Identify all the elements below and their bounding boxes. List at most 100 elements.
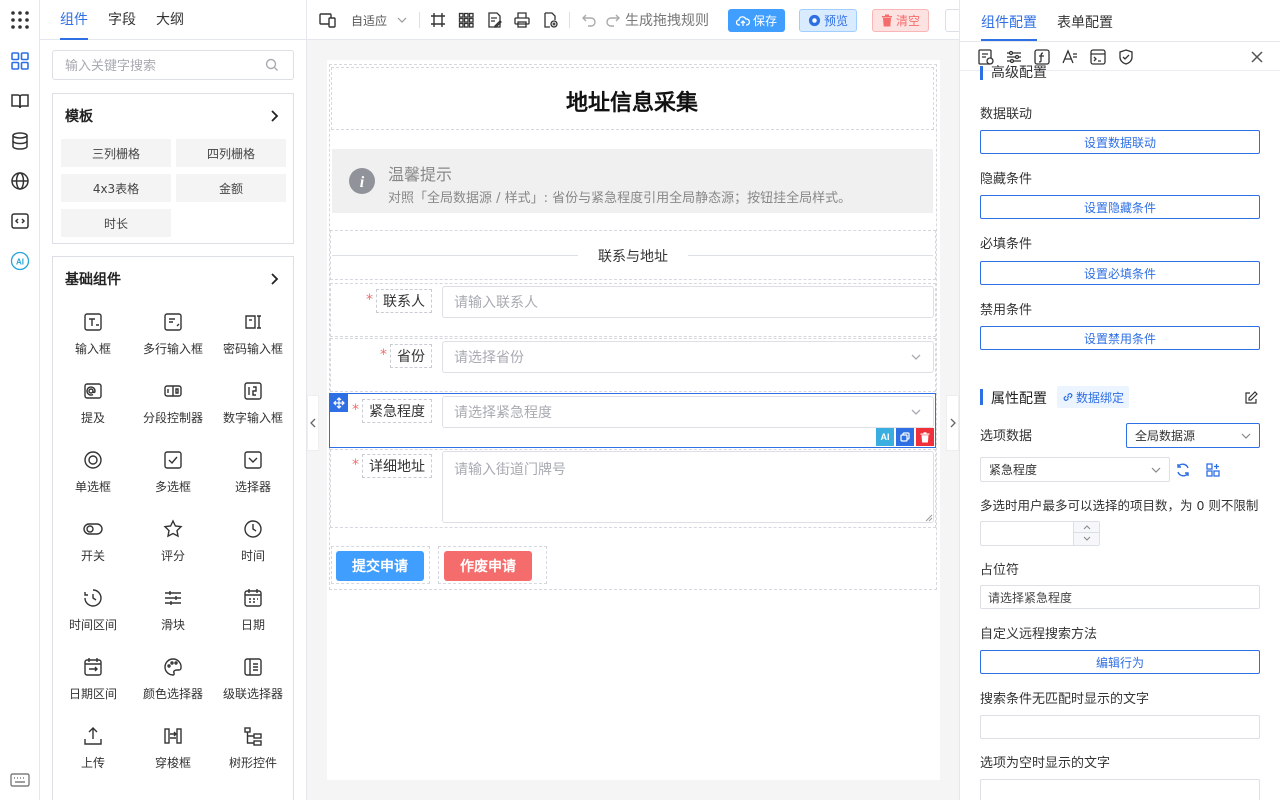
component-item-select[interactable]: 选择器 (213, 443, 293, 503)
redo-icon[interactable] (605, 11, 621, 29)
collapse-left-button[interactable] (307, 395, 319, 451)
generate-rules-button[interactable]: 生成拖拽规则 (625, 11, 709, 29)
required-mark: * (380, 347, 387, 363)
edit-icon[interactable] (1244, 391, 1258, 405)
device-icon[interactable] (319, 11, 337, 29)
preview-button[interactable]: 预览 (799, 9, 858, 32)
address-textarea[interactable]: 请输入街道门牌号 (442, 451, 934, 523)
browser-icon[interactable] (1089, 48, 1107, 66)
required-condition-button[interactable]: 设置必填条件 (980, 261, 1260, 285)
data-binding-tag[interactable]: 数据绑定 (1057, 386, 1130, 408)
search-input[interactable] (52, 50, 294, 80)
option-data-label: 选项数据 (980, 429, 1033, 444)
placeholder-input[interactable]: 请选择紧急程度 (980, 585, 1260, 609)
province-select[interactable]: 请选择省份 (442, 341, 934, 373)
code-icon[interactable] (8, 209, 32, 233)
shield-icon[interactable] (1117, 48, 1135, 66)
save-button[interactable]: 保存 (728, 9, 786, 32)
globe-icon[interactable] (8, 169, 32, 193)
component-item-input[interactable]: 输入框 (53, 305, 133, 365)
frame-icon[interactable] (430, 11, 446, 29)
no-data-text-input[interactable] (980, 779, 1260, 800)
component-label: 密码输入框 (222, 342, 283, 356)
print-icon[interactable] (514, 11, 530, 29)
component-item-mention[interactable]: 提及 (53, 374, 133, 434)
resize-handle-icon[interactable] (925, 514, 933, 522)
rate-icon (162, 518, 184, 540)
component-item-date-range[interactable]: 日期区间 (53, 650, 133, 710)
hide-condition-button[interactable]: 设置隐藏条件 (980, 195, 1260, 219)
component-item-cascader[interactable]: 级联选择器 (213, 650, 293, 710)
undo-icon[interactable] (581, 11, 597, 29)
clear-button[interactable]: 清空 (872, 9, 930, 32)
component-item-textarea[interactable]: 多行输入框 (133, 305, 213, 365)
increase-button[interactable] (1074, 522, 1099, 533)
delete-button[interactable] (916, 428, 934, 446)
component-item-color-picker[interactable]: 颜色选择器 (133, 650, 213, 710)
component-item-time[interactable]: 时间 (213, 512, 293, 572)
text-style-icon[interactable] (1061, 48, 1079, 66)
void-button[interactable]: 作废申请 (444, 551, 532, 581)
database-icon[interactable] (8, 129, 32, 153)
tab-components[interactable]: 组件 (60, 0, 88, 40)
collapse-right-button[interactable] (946, 395, 959, 451)
components-icon[interactable] (8, 49, 32, 73)
search-icon (265, 58, 278, 71)
tab-outline[interactable]: 大纲 (156, 0, 184, 39)
component-item-upload[interactable]: 上传 (53, 719, 133, 779)
option-source-select[interactable]: 全局数据源 (1126, 423, 1260, 448)
chevron-right-icon[interactable] (267, 272, 281, 286)
component-item-slider[interactable]: 滑块 (133, 581, 213, 641)
ai-icon[interactable]: AI (8, 249, 32, 273)
component-item-radio[interactable]: 单选框 (53, 443, 133, 503)
component-item-tree[interactable]: 树形控件 (213, 719, 293, 779)
component-label: 输入框 (74, 342, 111, 356)
chevron-right-icon[interactable] (267, 109, 281, 123)
component-panel: 组件 字段 大纲 模板 三列栅格 四列栅格 4x3表格 金额 时长 基础组件 输… (40, 0, 307, 800)
component-item-transfer[interactable]: 穿梭框 (133, 719, 213, 779)
multiple-limit-input[interactable] (980, 521, 1100, 546)
urgency-select[interactable]: 请选择紧急程度 (442, 396, 934, 428)
template-item[interactable]: 金额 (176, 174, 286, 202)
component-label: 穿梭框 (154, 756, 191, 770)
template-item[interactable]: 四列栅格 (176, 139, 286, 167)
template-item[interactable]: 三列栅格 (61, 139, 171, 167)
json-icon[interactable] (542, 11, 558, 29)
component-item-number[interactable]: 数字输入框 (213, 374, 293, 434)
tab-form-config[interactable]: 表单配置 (1057, 12, 1113, 32)
no-match-text-input[interactable] (980, 715, 1260, 739)
component-item-password[interactable]: 密码输入框 (213, 305, 293, 365)
chevron-down-icon (1151, 467, 1161, 473)
component-item-switch[interactable]: 开关 (53, 512, 133, 572)
component-item-rate[interactable]: 评分 (133, 512, 213, 572)
option-value-select[interactable]: 紧急程度 (980, 457, 1170, 482)
grid-icon[interactable] (458, 11, 474, 29)
tab-component-config[interactable]: 组件配置 (981, 12, 1037, 32)
data-linkage-button[interactable]: 设置数据联动 (980, 130, 1260, 154)
template-item[interactable]: 时长 (61, 209, 171, 237)
edit-form-icon[interactable] (486, 11, 502, 29)
component-label: 数字输入框 (222, 411, 283, 425)
refresh-icon[interactable] (1175, 462, 1191, 478)
keyboard-icon[interactable] (8, 768, 32, 792)
template-item[interactable]: 4x3表格 (61, 174, 171, 202)
ai-button[interactable]: AI (876, 428, 894, 446)
copy-button[interactable] (896, 428, 914, 446)
edit-behavior-button[interactable]: 编辑行为 (980, 650, 1260, 674)
contact-input[interactable]: 请输入联系人 (442, 286, 934, 318)
component-item-segmented[interactable]: 分段控制器 (133, 374, 213, 434)
submit-button[interactable]: 提交申请 (336, 551, 424, 581)
decrease-button[interactable] (1074, 533, 1099, 544)
component-item-checkbox[interactable]: 多选框 (133, 443, 213, 503)
disable-condition-button[interactable]: 设置禁用条件 (980, 326, 1260, 350)
component-item-time-range[interactable]: 时间区间 (53, 581, 133, 641)
blocks-icon[interactable] (1205, 462, 1221, 478)
drag-handle[interactable] (330, 394, 348, 412)
apps-grid-icon[interactable] (8, 8, 32, 32)
tab-fields[interactable]: 字段 (108, 0, 136, 39)
eye-icon (808, 14, 821, 27)
close-icon[interactable] (1250, 50, 1264, 64)
component-item-date[interactable]: 日期 (213, 581, 293, 641)
book-icon[interactable] (8, 89, 32, 113)
adaptive-select[interactable]: 自适应 (351, 11, 407, 29)
